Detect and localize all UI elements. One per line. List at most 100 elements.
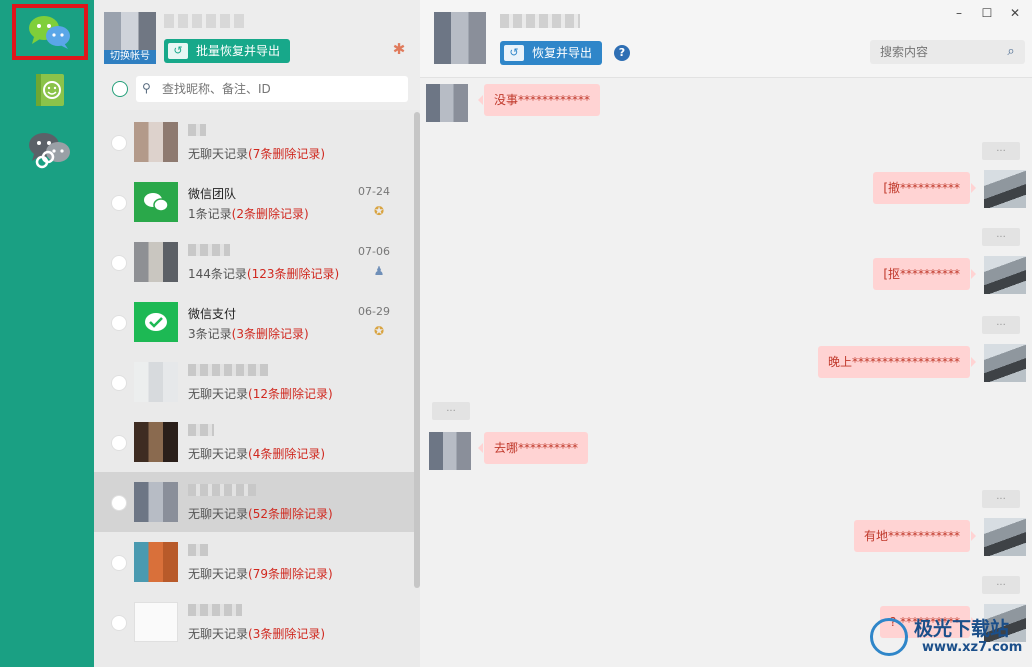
time-chip: ... bbox=[982, 316, 1020, 334]
last-date: 07-24 bbox=[358, 185, 390, 198]
search-icon[interactable]: ⌕ bbox=[1003, 43, 1019, 61]
contact-search-box[interactable]: ⚲ bbox=[136, 76, 408, 102]
app-nav-rail bbox=[0, 0, 94, 667]
message-bubble[interactable]: [撤********** bbox=[873, 172, 976, 204]
contact-avatar bbox=[134, 542, 178, 582]
minimize-button[interactable]: – bbox=[947, 4, 971, 22]
message-list: 没事************ ... [撤********** ... [抠**… bbox=[420, 78, 1032, 667]
row-select-radio[interactable] bbox=[111, 495, 127, 511]
contact-avatar bbox=[134, 602, 178, 642]
record-summary: 无聊天记录(12条删除记录) bbox=[188, 387, 333, 401]
linked-chat-icon bbox=[29, 133, 70, 169]
last-date: 06-29 bbox=[358, 305, 390, 318]
chat-contact-avatar bbox=[434, 12, 486, 64]
record-summary: 无聊天记录(3条删除记录) bbox=[188, 627, 326, 641]
sender-avatar bbox=[429, 432, 471, 470]
conversation-row[interactable]: 微信团队 1条记录(2条删除记录) 07-24 ✪ bbox=[94, 172, 414, 232]
conversation-panel: 切换帐号 ↺ 批量恢复并导出 ✱ ⚲ 无聊天记录(7条删除记录) bbox=[94, 0, 420, 667]
self-avatar bbox=[984, 344, 1026, 382]
conversation-row[interactable]: 微信支付 3条记录(3条删除记录) 06-29 ✪ bbox=[94, 292, 414, 352]
conversation-list: 无聊天记录(7条删除记录) 微信团队 1条记录(2条删除记录) 07-24 ✪ … bbox=[94, 112, 414, 667]
contact-name: 微信团队 bbox=[188, 187, 237, 201]
account-avatar[interactable]: 切换帐号 bbox=[104, 12, 156, 64]
last-date: 07-06 bbox=[358, 245, 390, 258]
site-watermark: 极光下载站 www.xz7.com bbox=[870, 612, 1030, 662]
contact-avatar bbox=[134, 482, 178, 522]
message-bubble[interactable]: 去哪********** bbox=[477, 432, 589, 464]
chat-search-input[interactable] bbox=[880, 43, 995, 61]
rail-item-contacts[interactable] bbox=[12, 62, 88, 118]
close-button[interactable]: ✕ bbox=[1003, 4, 1027, 22]
row-select-radio[interactable] bbox=[111, 615, 127, 631]
row-select-radio[interactable] bbox=[111, 255, 127, 271]
bug-icon[interactable]: ✱ bbox=[390, 40, 408, 58]
message-bubble[interactable]: [抠********** bbox=[873, 258, 976, 290]
record-summary: 3条记录(3条删除记录) bbox=[188, 327, 309, 341]
account-avatar-image bbox=[104, 12, 156, 52]
contact-name-masked bbox=[188, 124, 206, 136]
bulk-restore-export-label: 批量恢复并导出 bbox=[196, 44, 281, 58]
contact-avatar bbox=[134, 242, 178, 282]
contact-search-row: ⚲ bbox=[106, 76, 408, 102]
deleted-count: (3条删除记录) bbox=[248, 627, 326, 641]
deleted-count: (7条删除记录) bbox=[248, 147, 326, 161]
watermark-brand: 极光下载站 bbox=[914, 618, 1010, 640]
chat-header: ↺ 恢复并导出 ? – ☐ ✕ ⌕ bbox=[420, 0, 1032, 78]
help-icon[interactable]: ? bbox=[614, 45, 630, 61]
restore-export-label: 恢复并导出 bbox=[532, 46, 593, 60]
contact-name-masked bbox=[188, 544, 208, 556]
deleted-count: (3条删除记录) bbox=[231, 327, 309, 341]
row-select-radio[interactable] bbox=[111, 315, 127, 331]
contact-name-masked bbox=[188, 364, 268, 376]
row-select-radio[interactable] bbox=[111, 375, 127, 391]
conversation-row[interactable]: 无聊天记录(7条删除记录) bbox=[94, 112, 414, 172]
watermark-site: www.xz7.com bbox=[922, 640, 1023, 655]
time-chip: ... bbox=[982, 142, 1020, 160]
restore-export-button[interactable]: ↺ 恢复并导出 bbox=[500, 41, 603, 65]
message-bubble[interactable]: 有地************ bbox=[853, 520, 977, 552]
switch-account-button[interactable]: 切换帐号 bbox=[104, 50, 156, 64]
bulk-restore-export-button[interactable]: ↺ 批量恢复并导出 bbox=[164, 39, 291, 63]
time-chip: ... bbox=[982, 228, 1020, 246]
conversation-row[interactable]: 无聊天记录(4条删除记录) bbox=[94, 412, 414, 472]
restore-icon: ↺ bbox=[504, 45, 524, 61]
wechat-team-icon bbox=[144, 193, 169, 212]
record-summary: 无聊天记录(52条删除记录) bbox=[188, 507, 333, 521]
select-all-radio[interactable] bbox=[112, 81, 128, 97]
time-chip: ... bbox=[432, 402, 470, 420]
row-select-radio[interactable] bbox=[111, 555, 127, 571]
contact-avatar bbox=[134, 122, 178, 162]
maximize-button[interactable]: ☐ bbox=[975, 4, 999, 22]
deleted-count: (2条删除记录) bbox=[231, 207, 309, 221]
restore-icon: ↺ bbox=[168, 43, 188, 59]
rail-item-wechat[interactable] bbox=[12, 4, 88, 60]
person-icon: ♟ bbox=[373, 264, 385, 278]
rail-item-linked[interactable] bbox=[12, 122, 88, 178]
message-bubble[interactable]: 晚上****************** bbox=[817, 346, 977, 378]
row-select-radio[interactable] bbox=[111, 195, 127, 211]
deleted-count: (79条删除记录) bbox=[248, 567, 333, 581]
wechat-icon bbox=[29, 16, 70, 49]
self-avatar bbox=[984, 170, 1026, 208]
contact-avatar bbox=[134, 302, 178, 342]
badge-icon: ✪ bbox=[373, 204, 385, 218]
row-select-radio[interactable] bbox=[111, 135, 127, 151]
contact-avatar bbox=[134, 422, 178, 462]
chat-search-box[interactable]: ⌕ bbox=[870, 40, 1025, 64]
self-avatar bbox=[984, 518, 1026, 556]
conversation-row-selected[interactable]: 无聊天记录(52条删除记录) bbox=[94, 472, 414, 532]
row-select-radio[interactable] bbox=[111, 435, 127, 451]
wechat-pay-icon bbox=[145, 313, 167, 331]
conversation-row[interactable]: 无聊天记录(12条删除记录) bbox=[94, 352, 414, 412]
time-chip: ... bbox=[982, 490, 1020, 508]
contact-avatar bbox=[134, 182, 178, 222]
message-bubble[interactable]: 没事************ bbox=[477, 84, 601, 116]
contact-name-masked bbox=[188, 484, 256, 496]
record-summary: 无聊天记录(79条删除记录) bbox=[188, 567, 333, 581]
sender-avatar bbox=[426, 84, 468, 122]
contact-name-masked bbox=[188, 244, 230, 256]
conversation-row[interactable]: 无聊天记录(79条删除记录) bbox=[94, 532, 414, 592]
contact-search-input[interactable] bbox=[162, 80, 402, 98]
conversation-row[interactable]: 无聊天记录(3条删除记录) bbox=[94, 592, 414, 652]
conversation-row[interactable]: 144条记录(123条删除记录) 07-06 ♟ bbox=[94, 232, 414, 292]
